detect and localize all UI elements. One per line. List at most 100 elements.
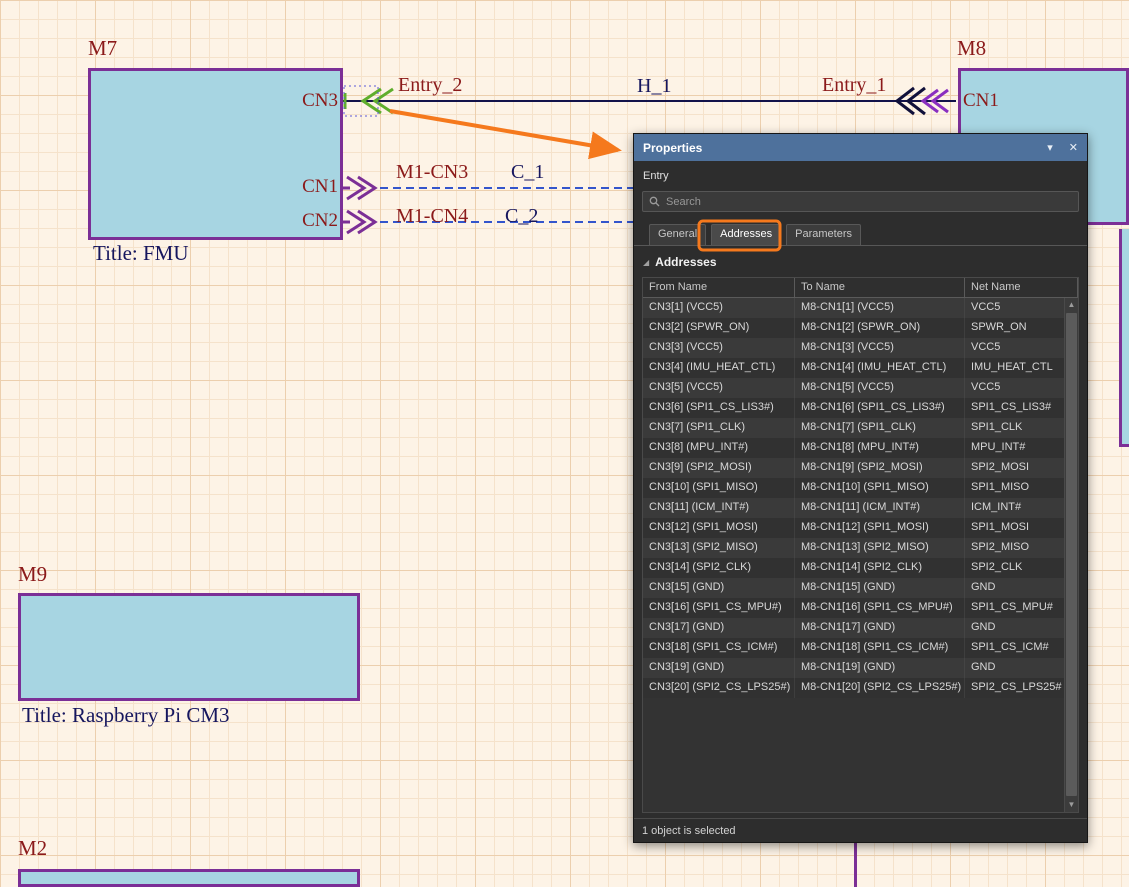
object-type-label: Entry — [643, 170, 1078, 182]
cell-from-name: CN3[15] (GND) — [643, 578, 795, 598]
m9-title[interactable]: Title: Raspberry Pi CM3 — [22, 703, 230, 728]
cell-from-name: CN3[18] (SPI1_CS_ICM#) — [643, 638, 795, 658]
net-label-c-2[interactable]: C_2 — [505, 205, 538, 228]
cell-to-name: M8-CN1[6] (SPI1_CS_LIS3#) — [795, 398, 965, 418]
tab-general[interactable]: General — [649, 224, 706, 245]
column-header-to-name[interactable]: To Name — [795, 278, 965, 297]
table-row[interactable]: CN3[12] (SPI1_MOSI) M8-CN1[12] (SPI1_MOS… — [643, 518, 1064, 538]
cell-net-name: SPI2_CLK — [965, 558, 1064, 578]
net-label-h-1[interactable]: H_1 — [637, 75, 671, 98]
m7-designator[interactable]: M7 — [88, 36, 117, 61]
cell-to-name: M8-CN1[3] (VCC5) — [795, 338, 965, 358]
panel-tabs: General Addresses Parameters — [634, 224, 1087, 246]
tab-parameters[interactable]: Parameters — [786, 224, 861, 245]
table-row[interactable]: CN3[3] (VCC5) M8-CN1[3] (VCC5) VCC5 — [643, 338, 1064, 358]
cell-net-name: SPI2_MOSI — [965, 458, 1064, 478]
m7-port-cn1-label[interactable]: CN1 — [250, 176, 338, 198]
panel-close-icon[interactable]: ✕ — [1069, 141, 1078, 154]
search-box[interactable] — [642, 191, 1079, 212]
m7-port-cn2-label[interactable]: CN2 — [250, 210, 338, 232]
cell-to-name: M8-CN1[14] (SPI2_CLK) — [795, 558, 965, 578]
cell-to-name: M8-CN1[17] (GND) — [795, 618, 965, 638]
m8-designator[interactable]: M8 — [957, 36, 986, 61]
cell-from-name: CN3[17] (GND) — [643, 618, 795, 638]
cell-from-name: CN3[1] (VCC5) — [643, 298, 795, 318]
cell-net-name: SPI1_MOSI — [965, 518, 1064, 538]
cell-from-name: CN3[14] (SPI2_CLK) — [643, 558, 795, 578]
m2-designator[interactable]: M2 — [18, 836, 47, 861]
net-label-m1-cn3[interactable]: M1-CN3 — [396, 161, 468, 184]
net-label-m1-cn4[interactable]: M1-CN4 — [396, 205, 468, 228]
cell-from-name: CN3[16] (SPI1_CS_MPU#) — [643, 598, 795, 618]
cell-to-name: M8-CN1[10] (SPI1_MISO) — [795, 478, 965, 498]
scroll-up-icon[interactable]: ▲ — [1065, 298, 1078, 312]
panel-titlebar[interactable]: Properties ▾ ✕ — [634, 134, 1087, 161]
cell-net-name: SPI1_CLK — [965, 418, 1064, 438]
cell-net-name: SPI1_CS_LIS3# — [965, 398, 1064, 418]
cell-from-name: CN3[6] (SPI1_CS_LIS3#) — [643, 398, 795, 418]
cell-from-name: CN3[20] (SPI2_CS_LPS25#) — [643, 678, 795, 698]
cell-from-name: CN3[13] (SPI2_MISO) — [643, 538, 795, 558]
cell-from-name: CN3[5] (VCC5) — [643, 378, 795, 398]
cell-from-name: CN3[8] (MPU_INT#) — [643, 438, 795, 458]
column-header-net-name[interactable]: Net Name — [965, 278, 1078, 297]
table-row[interactable]: CN3[15] (GND) M8-CN1[15] (GND) GND — [643, 578, 1064, 598]
cell-from-name: CN3[7] (SPI1_CLK) — [643, 418, 795, 438]
table-row[interactable]: CN3[18] (SPI1_CS_ICM#) M8-CN1[18] (SPI1_… — [643, 638, 1064, 658]
table-row[interactable]: CN3[8] (MPU_INT#) M8-CN1[8] (MPU_INT#) M… — [643, 438, 1064, 458]
m7-title[interactable]: Title: FMU — [93, 241, 189, 266]
scroll-down-icon[interactable]: ▼ — [1065, 798, 1078, 812]
cell-from-name: CN3[12] (SPI1_MOSI) — [643, 518, 795, 538]
table-row[interactable]: CN3[2] (SPWR_ON) M8-CN1[2] (SPWR_ON) SPW… — [643, 318, 1064, 338]
tab-addresses[interactable]: Addresses — [711, 224, 781, 245]
m7-port-cn3-label[interactable]: CN3 — [250, 90, 338, 112]
table-row[interactable]: CN3[7] (SPI1_CLK) M8-CN1[7] (SPI1_CLK) S… — [643, 418, 1064, 438]
cell-net-name: SPWR_ON — [965, 318, 1064, 338]
scrollbar-thumb[interactable] — [1066, 313, 1077, 796]
table-row[interactable]: CN3[5] (VCC5) M8-CN1[5] (VCC5) VCC5 — [643, 378, 1064, 398]
net-label-entry-2[interactable]: Entry_2 — [398, 74, 462, 97]
cell-to-name: M8-CN1[16] (SPI1_CS_MPU#) — [795, 598, 965, 618]
table-row[interactable]: CN3[19] (GND) M8-CN1[19] (GND) GND — [643, 658, 1064, 678]
table-row[interactable]: CN3[13] (SPI2_MISO) M8-CN1[13] (SPI2_MIS… — [643, 538, 1064, 558]
net-label-c-1[interactable]: C_1 — [511, 161, 544, 184]
column-header-from-name[interactable]: From Name — [643, 278, 795, 297]
cell-to-name: M8-CN1[7] (SPI1_CLK) — [795, 418, 965, 438]
table-row[interactable]: CN3[20] (SPI2_CS_LPS25#) M8-CN1[20] (SPI… — [643, 678, 1064, 698]
search-input[interactable] — [666, 196, 1072, 208]
table-row[interactable]: CN3[17] (GND) M8-CN1[17] (GND) GND — [643, 618, 1064, 638]
net-label-entry-1[interactable]: Entry_1 — [822, 74, 886, 97]
panel-title: Properties — [643, 141, 1031, 155]
search-icon — [649, 196, 660, 207]
table-row[interactable]: CN3[4] (IMU_HEAT_CTL) M8-CN1[4] (IMU_HEA… — [643, 358, 1064, 378]
cell-to-name: M8-CN1[13] (SPI2_MISO) — [795, 538, 965, 558]
section-title: Addresses — [655, 255, 716, 269]
cell-net-name: MPU_INT# — [965, 438, 1064, 458]
table-row[interactable]: CN3[9] (SPI2_MOSI) M8-CN1[9] (SPI2_MOSI)… — [643, 458, 1064, 478]
cell-to-name: M8-CN1[11] (ICM_INT#) — [795, 498, 965, 518]
cell-net-name: VCC5 — [965, 338, 1064, 358]
table-row[interactable]: CN3[10] (SPI1_MISO) M8-CN1[10] (SPI1_MIS… — [643, 478, 1064, 498]
section-expand-triangle-icon[interactable]: ◢ — [643, 258, 649, 267]
cell-to-name: M8-CN1[4] (IMU_HEAT_CTL) — [795, 358, 965, 378]
table-body: CN3[1] (VCC5) M8-CN1[1] (VCC5) VCC5 CN3[… — [643, 298, 1064, 698]
addresses-section-header[interactable]: ◢ Addresses — [634, 255, 1087, 269]
cell-to-name: M8-CN1[1] (VCC5) — [795, 298, 965, 318]
cell-net-name: VCC5 — [965, 378, 1064, 398]
table-row[interactable]: CN3[11] (ICM_INT#) M8-CN1[11] (ICM_INT#)… — [643, 498, 1064, 518]
cell-net-name: IMU_HEAT_CTL — [965, 358, 1064, 378]
cell-from-name: CN3[19] (GND) — [643, 658, 795, 678]
table-row[interactable]: CN3[14] (SPI2_CLK) M8-CN1[14] (SPI2_CLK)… — [643, 558, 1064, 578]
cell-net-name: GND — [965, 658, 1064, 678]
cell-net-name: GND — [965, 578, 1064, 598]
panel-pin-chevron-down-icon[interactable]: ▾ — [1047, 141, 1053, 154]
table-row[interactable]: CN3[16] (SPI1_CS_MPU#) M8-CN1[16] (SPI1_… — [643, 598, 1064, 618]
m8-port-cn1-label[interactable]: CN1 — [963, 90, 999, 112]
vertical-scrollbar[interactable]: ▲ ▼ — [1064, 298, 1078, 812]
cell-to-name: M8-CN1[9] (SPI2_MOSI) — [795, 458, 965, 478]
m9-designator[interactable]: M9 — [18, 562, 47, 587]
cell-net-name: SPI1_MISO — [965, 478, 1064, 498]
table-row[interactable]: CN3[1] (VCC5) M8-CN1[1] (VCC5) VCC5 — [643, 298, 1064, 318]
cell-to-name: M8-CN1[20] (SPI2_CS_LPS25#) — [795, 678, 965, 698]
table-row[interactable]: CN3[6] (SPI1_CS_LIS3#) M8-CN1[6] (SPI1_C… — [643, 398, 1064, 418]
